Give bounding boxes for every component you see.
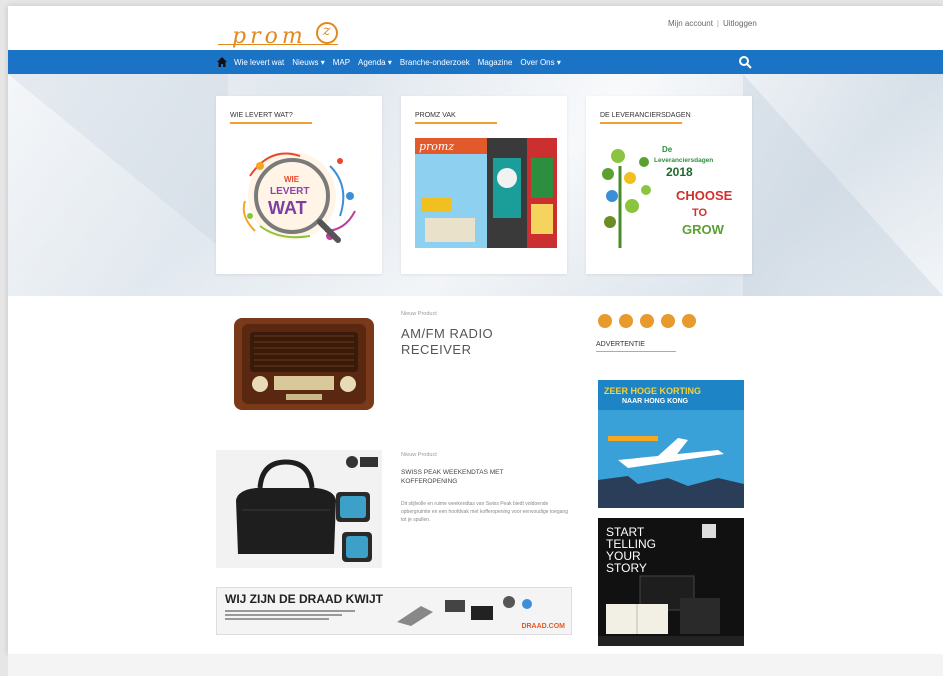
home-icon[interactable]	[216, 56, 228, 68]
image-text-de: De	[662, 145, 673, 154]
youtube-icon[interactable]	[661, 314, 675, 328]
image-text-year: 2018	[666, 165, 693, 179]
card-title: Wie levert wat?	[230, 112, 293, 119]
hong-kong-ad-line2: NAAR HONG KONG	[622, 398, 689, 405]
draad-banner-ad[interactable]: WIJ ZIJN DE DRAAD KWIJT DRAAD.COM	[216, 587, 572, 635]
main-navbar: Wie levert wat Nieuws ▾ MAP Agenda ▾ Bra…	[8, 50, 943, 74]
page: prom z Mijn account | Uitloggen Wie levert…	[8, 6, 943, 654]
nav-item-map[interactable]: MAP	[333, 58, 350, 67]
leveranciersdagen-image: De Leveranciersdagen 2018 CHOOSE TO GROW	[600, 136, 740, 248]
product-title-radio[interactable]: AM/FM RADIO RECEIVER	[401, 326, 493, 358]
nav-item-nieuws[interactable]: Nieuws ▾	[292, 58, 324, 67]
product-title-line1: SWISS PEAK WEEKENDTAS MET	[401, 469, 504, 476]
wie-levert-wat-image: WIE LEVERT WAT	[230, 136, 370, 248]
account-links: Mijn account | Uitloggen	[668, 19, 757, 28]
card-title: Promz Vak	[415, 112, 456, 119]
nav-item-over-ons[interactable]: Over Ons ▾	[520, 58, 560, 67]
magazine-title: promz	[419, 140, 454, 153]
my-account-link[interactable]: Mijn account	[668, 19, 713, 28]
tell-your-story-ad[interactable]: START TELLING YOUR STORY	[598, 518, 744, 646]
hero-decoration	[8, 74, 228, 254]
promz-magazine-image: promz	[415, 138, 557, 248]
radio-product-image[interactable]	[230, 312, 378, 416]
image-text-wie: WIE	[284, 175, 300, 184]
product-label: Nieuw Product	[401, 452, 437, 458]
banner-fineprint	[225, 610, 355, 626]
hong-kong-ad-line1: ZEER HOGE KORTING	[604, 386, 702, 396]
product-description: Dit stijlvolle en ruime weekendtas van S…	[401, 501, 568, 523]
card-underline	[600, 122, 682, 124]
social-icons	[598, 314, 703, 328]
image-text-wat: WAT	[268, 198, 307, 218]
logout-link[interactable]: Uitloggen	[723, 19, 757, 28]
nav-item-magazine[interactable]: Magazine	[478, 58, 513, 67]
nav-item-agenda[interactable]: Agenda ▾	[358, 58, 392, 67]
card-promz-vak[interactable]: Promz Vak promz	[401, 96, 567, 274]
hero-decoration	[743, 74, 943, 296]
facebook-icon[interactable]	[598, 314, 612, 328]
logo-text: prom	[232, 24, 307, 49]
hong-kong-ad[interactable]: ZEER HOGE KORTING NAAR HONG KONG	[598, 380, 744, 508]
card-leveranciersdagen[interactable]: De Leveranciersdagen De Leveranciersdage…	[586, 96, 752, 274]
card-wie-levert-wat[interactable]: Wie levert wat? WIE LE	[216, 96, 382, 274]
logo-letter: z	[323, 23, 331, 39]
banner-headline: WIJ ZIJN DE DRAAD KWIJT	[225, 592, 384, 606]
twitter-icon[interactable]	[619, 314, 633, 328]
product-title-swiss-peak[interactable]: SWISS PEAK WEEKENDTAS MET KOFFEROPENING	[401, 468, 503, 486]
image-text-to: TO	[692, 207, 708, 219]
account-separator: |	[716, 19, 719, 28]
image-text-grow: GROW	[682, 222, 725, 237]
footer-strip	[8, 654, 943, 676]
product-label: Nieuw Product	[401, 311, 437, 317]
banner-brand: DRAAD.COM	[521, 623, 565, 630]
instagram-icon[interactable]	[682, 314, 696, 328]
card-title: De Leveranciersdagen	[600, 112, 691, 119]
image-text-levert: LEVERT	[270, 186, 309, 197]
search-icon[interactable]	[738, 55, 752, 69]
story-ad-line4: STORY	[606, 561, 647, 575]
nav-item-wie-levert-wat[interactable]: Wie levert wat	[234, 58, 284, 67]
image-text-choose: CHOOSE	[676, 188, 733, 203]
linkedin-icon[interactable]	[640, 314, 654, 328]
nav-item-branche-onderzoek[interactable]: Branche-onderzoek	[400, 58, 470, 67]
logo-circle-icon: z	[316, 22, 338, 44]
advertentie-label: Advertentie	[596, 341, 645, 348]
product-title-line1: AM/FM RADIO	[401, 326, 494, 341]
swiss-peak-product-image[interactable]	[216, 450, 382, 568]
product-title-line2: RECEIVER	[401, 342, 472, 357]
card-underline	[415, 122, 497, 124]
promz-logo[interactable]: prom z	[218, 20, 348, 50]
advertentie-underline	[596, 351, 676, 352]
image-text-leveranciersdagen: Leveranciersdagen	[654, 157, 713, 164]
card-underline	[230, 122, 312, 124]
product-title-line2: KOFFEROPENING	[401, 478, 458, 485]
nav-items: Wie levert wat Nieuws ▾ MAP Agenda ▾ Bra…	[216, 50, 569, 74]
